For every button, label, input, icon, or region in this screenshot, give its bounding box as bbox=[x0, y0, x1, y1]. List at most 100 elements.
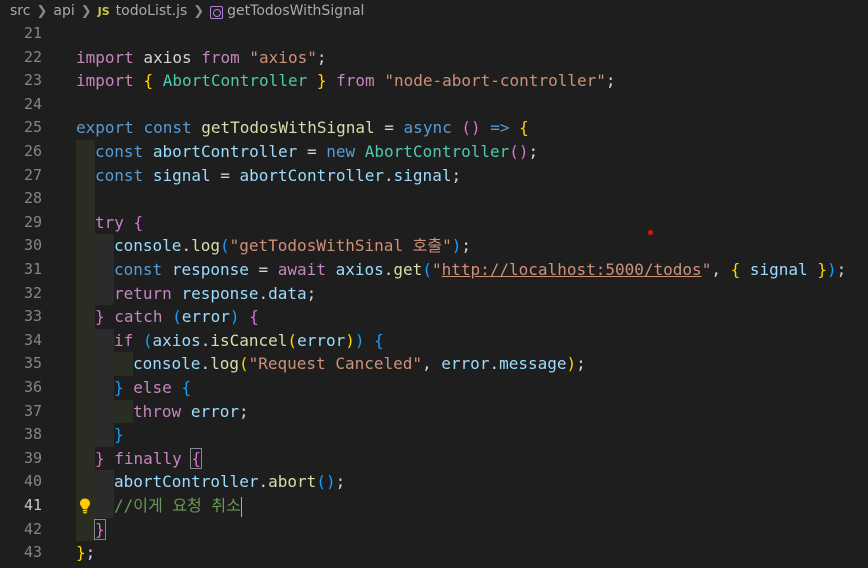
indent-guide bbox=[76, 517, 95, 542]
breadcrumb-item-file[interactable]: todoList.js bbox=[116, 3, 188, 19]
indent-guide bbox=[95, 258, 114, 282]
code-token: ; bbox=[576, 354, 586, 374]
code-line[interactable]: 37 throw error; bbox=[0, 399, 868, 424]
code-text: if (axios.isCancel(error)) { bbox=[114, 329, 384, 353]
indent-guide bbox=[76, 163, 95, 188]
code-line[interactable]: 27 const signal = abortController.signal; bbox=[0, 163, 868, 188]
indent-guide bbox=[76, 352, 95, 376]
code-token: "node-abort-controller" bbox=[384, 71, 606, 91]
line-number: 37 bbox=[23, 401, 42, 420]
code-line[interactable]: 23 import { AbortController } from "node-… bbox=[0, 69, 868, 93]
code-text: console.log("Request Canceled", error.me… bbox=[133, 352, 586, 376]
indent-guide bbox=[95, 376, 114, 400]
code-text: import axios from "axios"; bbox=[76, 46, 326, 70]
code-token: error bbox=[297, 330, 346, 350]
breadcrumb: src ❯ api ❯ JS todoList.js ❯ getTodosWit… bbox=[0, 0, 868, 22]
code-line[interactable]: 21 bbox=[0, 22, 868, 46]
code-token: () bbox=[316, 472, 336, 492]
code-line[interactable]: 25 export const getTodosWithSignal = asyn… bbox=[0, 116, 868, 140]
code-line[interactable]: 35 console.log("Request Canceled", error.… bbox=[0, 352, 868, 376]
code-token: => bbox=[490, 118, 510, 138]
lightbulb-icon[interactable] bbox=[79, 498, 91, 514]
code-token: ; bbox=[306, 283, 317, 303]
indent-guide bbox=[76, 376, 95, 400]
code-line[interactable]: 31 const response = await axios.get("http… bbox=[0, 258, 868, 282]
code-line[interactable]: 22 import axios from "axios"; bbox=[0, 46, 868, 70]
code-line[interactable]: 30 console.log("getTodosWithSinal 호출"); bbox=[0, 234, 868, 258]
breadcrumb-item-src[interactable]: src bbox=[10, 3, 30, 19]
code-line[interactable]: 28 bbox=[0, 187, 868, 211]
code-token: = bbox=[248, 260, 278, 279]
code-token: = bbox=[297, 142, 327, 161]
code-line[interactable]: 42} bbox=[0, 517, 868, 542]
code-line[interactable]: 24 bbox=[0, 93, 868, 117]
line-number: 40 bbox=[23, 472, 42, 491]
breadcrumb-item-symbol[interactable]: getTodosWithSignal bbox=[227, 3, 364, 19]
indent-guide bbox=[76, 281, 95, 306]
line-number: 25 bbox=[23, 118, 42, 137]
code-token: } bbox=[316, 71, 327, 91]
code-text: try { bbox=[95, 211, 143, 235]
code-token: abortController bbox=[152, 142, 298, 161]
line-number: 30 bbox=[23, 236, 42, 255]
code-token: ; bbox=[238, 401, 249, 421]
code-token: console bbox=[114, 236, 182, 256]
code-line[interactable]: 36 } else { bbox=[0, 376, 868, 400]
code-line[interactable]: 39 } finally { bbox=[0, 446, 868, 471]
code-token: //이게 요청 취소 bbox=[114, 496, 241, 515]
code-text: abortController.abort(); bbox=[114, 470, 345, 494]
indent-guide bbox=[95, 352, 114, 376]
code-token: ) bbox=[826, 260, 837, 279]
line-number: 43 bbox=[23, 543, 42, 562]
code-token: http://localhost:5000/todos bbox=[441, 260, 702, 279]
code-token: { bbox=[519, 118, 529, 138]
code-line[interactable]: 34 if (axios.isCancel(error)) { bbox=[0, 328, 868, 353]
code-token: signal bbox=[749, 260, 808, 279]
text-cursor bbox=[240, 496, 242, 517]
code-line[interactable]: 43}; bbox=[0, 541, 868, 565]
code-token: ; bbox=[461, 236, 472, 256]
code-line[interactable]: 32 return response.data; bbox=[0, 281, 868, 306]
code-token: } bbox=[94, 518, 106, 540]
code-token: ( bbox=[142, 330, 153, 350]
code-line[interactable]: 41 //이게 요청 취소 bbox=[0, 494, 868, 518]
code-text: } finally { bbox=[95, 447, 202, 471]
code-line[interactable]: 29 try { bbox=[0, 210, 868, 235]
code-token: axios bbox=[335, 260, 384, 279]
indent-guide bbox=[76, 258, 95, 282]
code-line[interactable]: 38} bbox=[0, 423, 868, 447]
line-number: 31 bbox=[23, 260, 42, 278]
code-token: error bbox=[181, 307, 230, 327]
line-number: 32 bbox=[23, 283, 42, 302]
code-token: await bbox=[277, 260, 326, 279]
breadcrumb-item-api[interactable]: api bbox=[53, 3, 74, 19]
code-line[interactable]: 26 const abortController = new AbortContr… bbox=[0, 140, 868, 164]
code-text: } else { bbox=[114, 376, 191, 400]
code-token: ) bbox=[229, 307, 240, 327]
line-number: 36 bbox=[23, 378, 42, 396]
code-token: . bbox=[258, 472, 269, 492]
code-token: axios bbox=[152, 330, 201, 350]
code-token: . bbox=[489, 354, 500, 374]
code-text: const abortController = new AbortControl… bbox=[95, 140, 538, 164]
indent-guide bbox=[76, 423, 95, 447]
code-line[interactable]: 33} catch (error) { bbox=[0, 305, 868, 329]
code-token: ( bbox=[238, 354, 249, 374]
code-token: log bbox=[210, 354, 239, 374]
indent-guide bbox=[114, 399, 133, 424]
code-token: return bbox=[114, 283, 172, 303]
code-token: ; bbox=[605, 71, 616, 91]
code-token: abort bbox=[268, 472, 317, 492]
code-token: () bbox=[509, 142, 529, 161]
line-number: 39 bbox=[23, 448, 42, 467]
code-line[interactable]: 40 abortController.abort(); bbox=[0, 470, 868, 494]
